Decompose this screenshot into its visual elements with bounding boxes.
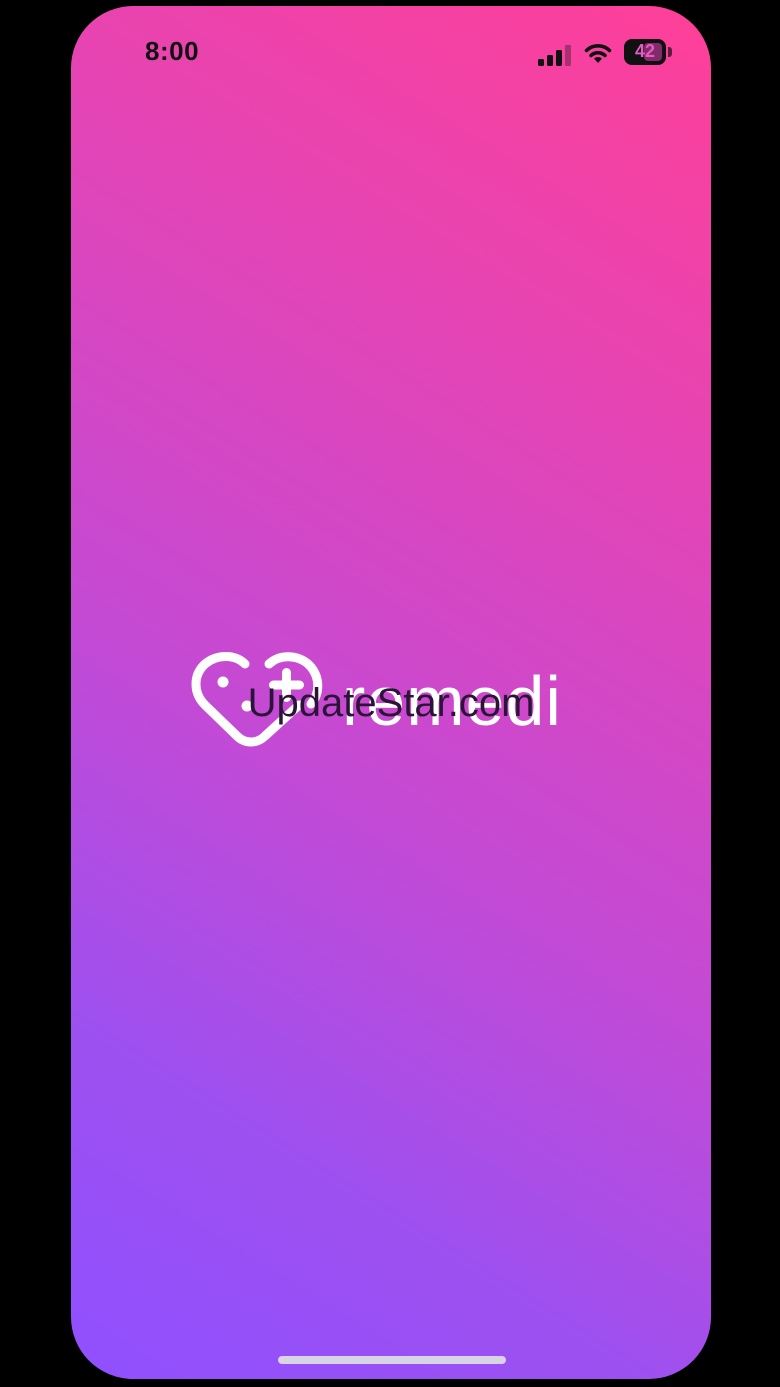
status-bar: 8:00 42: [71, 6, 711, 96]
battery-cap: [668, 47, 672, 57]
home-indicator[interactable]: [278, 1356, 506, 1364]
watermark-text: UpdateStar.com: [247, 681, 535, 725]
status-time: 8:00: [145, 36, 200, 66]
wifi-icon: [584, 44, 612, 63]
battery-level: 42: [634, 41, 656, 61]
battery-icon: 42: [624, 39, 672, 65]
splash-screen: 8:00 42 remedi UpdateStar.com: [71, 6, 711, 1379]
cellular-signal-icon: [538, 45, 571, 66]
